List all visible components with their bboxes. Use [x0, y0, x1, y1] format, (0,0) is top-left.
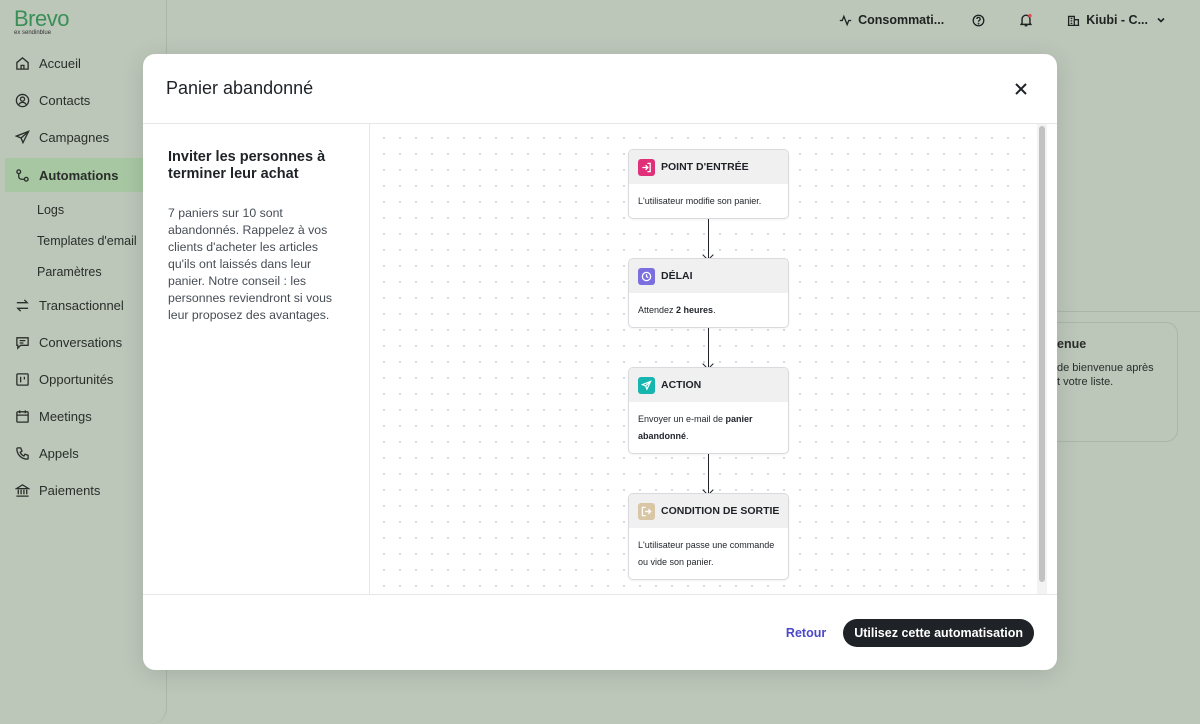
close-button[interactable] [1009, 77, 1033, 101]
consumption-label: Consommati... [858, 13, 945, 27]
user-circle-icon [14, 93, 30, 109]
notifications-button[interactable] [1019, 13, 1039, 27]
sidebar-item-label: Campagnes [39, 130, 110, 145]
sidebar-item-label: Templates d'email [37, 233, 137, 248]
sidebar-subitem-parametres[interactable]: Paramètres [0, 256, 167, 287]
node-description: L'utilisateur modifie son panier. [638, 196, 762, 206]
modal-header: Panier abandonné [143, 54, 1057, 124]
sidebar-item-label: Paramètres [37, 264, 102, 279]
home-icon [14, 56, 30, 72]
modal-footer: Retour Utilisez cette automatisation [143, 594, 1057, 670]
automation-icon [14, 167, 30, 183]
sidebar-item-transactionnel[interactable]: Transactionnel [0, 287, 167, 324]
node-title: POINT D'ENTRÉE [661, 161, 749, 173]
phone-icon [14, 446, 30, 462]
sidebar-item-label: Logs [37, 202, 65, 217]
sidebar-item-conversations[interactable]: Conversations [0, 324, 167, 361]
sidebar-item-label: Transactionnel [39, 298, 124, 313]
sidebar-item-paiements[interactable]: Paiements [0, 472, 167, 509]
node-title: DÉLAI [661, 270, 693, 282]
workflow-node-delay[interactable]: DÉLAI Attendez 2 heures. [628, 258, 789, 328]
clock-icon [638, 267, 655, 285]
logo-text: Brevo [14, 6, 69, 31]
modal-body: Inviter les personnes à terminer leur ac… [143, 124, 1057, 594]
sidebar-item-appels[interactable]: Appels [0, 435, 167, 472]
node-title: ACTION [661, 379, 702, 391]
sidebar: Brevo ex sendinblue Accueil Contacts Cam… [0, 0, 167, 724]
transfer-icon [14, 298, 30, 314]
node-description: Envoyer un e-mail de panier abandonné. [638, 414, 753, 441]
sidebar-item-label: Appels [39, 446, 79, 461]
send-icon [14, 130, 30, 146]
template-title: Inviter les personnes à terminer leur ac… [168, 149, 326, 182]
node-title: CONDITION DE SORTIE [661, 505, 780, 517]
sidebar-subitem-templates[interactable]: Templates d'email [0, 225, 167, 256]
consumption-menu[interactable]: Consommati... [839, 13, 944, 27]
activity-icon [839, 14, 852, 26]
bank-icon [14, 483, 30, 499]
sidebar-item-opportunites[interactable]: Opportunités [0, 361, 167, 398]
sidebar-item-label: Conversations [39, 335, 123, 350]
template-preview-modal: Panier abandonné Inviter les personnes à… [143, 54, 1057, 670]
background-card-text: de bienvenue après [1057, 362, 1154, 374]
entry-icon [638, 158, 655, 176]
background-card-title: enue [1057, 337, 1087, 351]
node-description: L'utilisateur passe une commande ou vide… [638, 540, 775, 567]
topbar: Consommati... Kiubi - C... [168, 0, 1200, 40]
sidebar-item-label: Contacts [39, 93, 91, 108]
sidebar-subitem-logs[interactable]: Logs [0, 194, 167, 225]
account-label: Kiubi - C... [1086, 13, 1148, 27]
background-divider [1040, 311, 1200, 312]
sidebar-item-automations[interactable]: Automations [5, 158, 165, 192]
chevron-down-icon [1157, 17, 1165, 23]
sidebar-nav: Accueil Contacts Campagnes Automations L… [0, 45, 167, 509]
send-icon [638, 376, 655, 394]
workflow-canvas[interactable]: POINT D'ENTRÉE L'utilisateur modifie son… [370, 124, 1047, 594]
template-description: 7 paniers sur 10 sont abandonnés. Rappel… [168, 206, 333, 322]
workflow-node-action[interactable]: ACTION Envoyer un e-mail de panier aband… [628, 367, 789, 454]
exit-icon [638, 502, 655, 520]
sidebar-item-label: Meetings [39, 409, 92, 424]
help-button[interactable] [972, 14, 991, 27]
sidebar-item-meetings[interactable]: Meetings [0, 398, 167, 435]
use-automation-button[interactable]: Utilisez cette automatisation [843, 618, 1034, 647]
background-card-text: t votre liste. [1057, 376, 1114, 388]
canvas-scrollbar[interactable] [1037, 124, 1047, 594]
brevo-logo[interactable]: Brevo ex sendinblue [14, 6, 69, 36]
node-description: Attendez 2 heures. [638, 305, 716, 315]
connector-arrow [708, 328, 709, 367]
chat-icon [14, 335, 30, 351]
modal-title: Panier abandonné [166, 78, 314, 98]
building-icon [1068, 15, 1080, 26]
sidebar-item-label: Accueil [39, 56, 81, 71]
sidebar-item-contacts[interactable]: Contacts [0, 82, 167, 119]
help-icon [972, 14, 985, 26]
connector-arrow [708, 219, 709, 258]
bell-icon [1020, 13, 1033, 27]
calendar-icon [14, 409, 30, 425]
sidebar-item-label: Paiements [39, 483, 101, 498]
account-menu[interactable]: Kiubi - C... [1067, 13, 1166, 27]
back-button[interactable]: Retour [786, 626, 826, 640]
workflow-node-entry-point[interactable]: POINT D'ENTRÉE L'utilisateur modifie son… [628, 149, 789, 219]
close-icon [1015, 82, 1027, 95]
board-icon [14, 372, 30, 388]
template-description-panel: Inviter les personnes à terminer leur ac… [143, 124, 370, 594]
sidebar-item-label: Opportunités [39, 372, 114, 387]
scrollbar-thumb[interactable] [1039, 126, 1045, 582]
sidebar-item-label: Automations [39, 167, 119, 183]
sidebar-item-campagnes[interactable]: Campagnes [0, 119, 167, 156]
sidebar-item-accueil[interactable]: Accueil [0, 45, 167, 82]
workflow-node-exit-condition[interactable]: CONDITION DE SORTIE L'utilisateur passe … [628, 493, 789, 580]
connector-arrow [708, 454, 709, 493]
